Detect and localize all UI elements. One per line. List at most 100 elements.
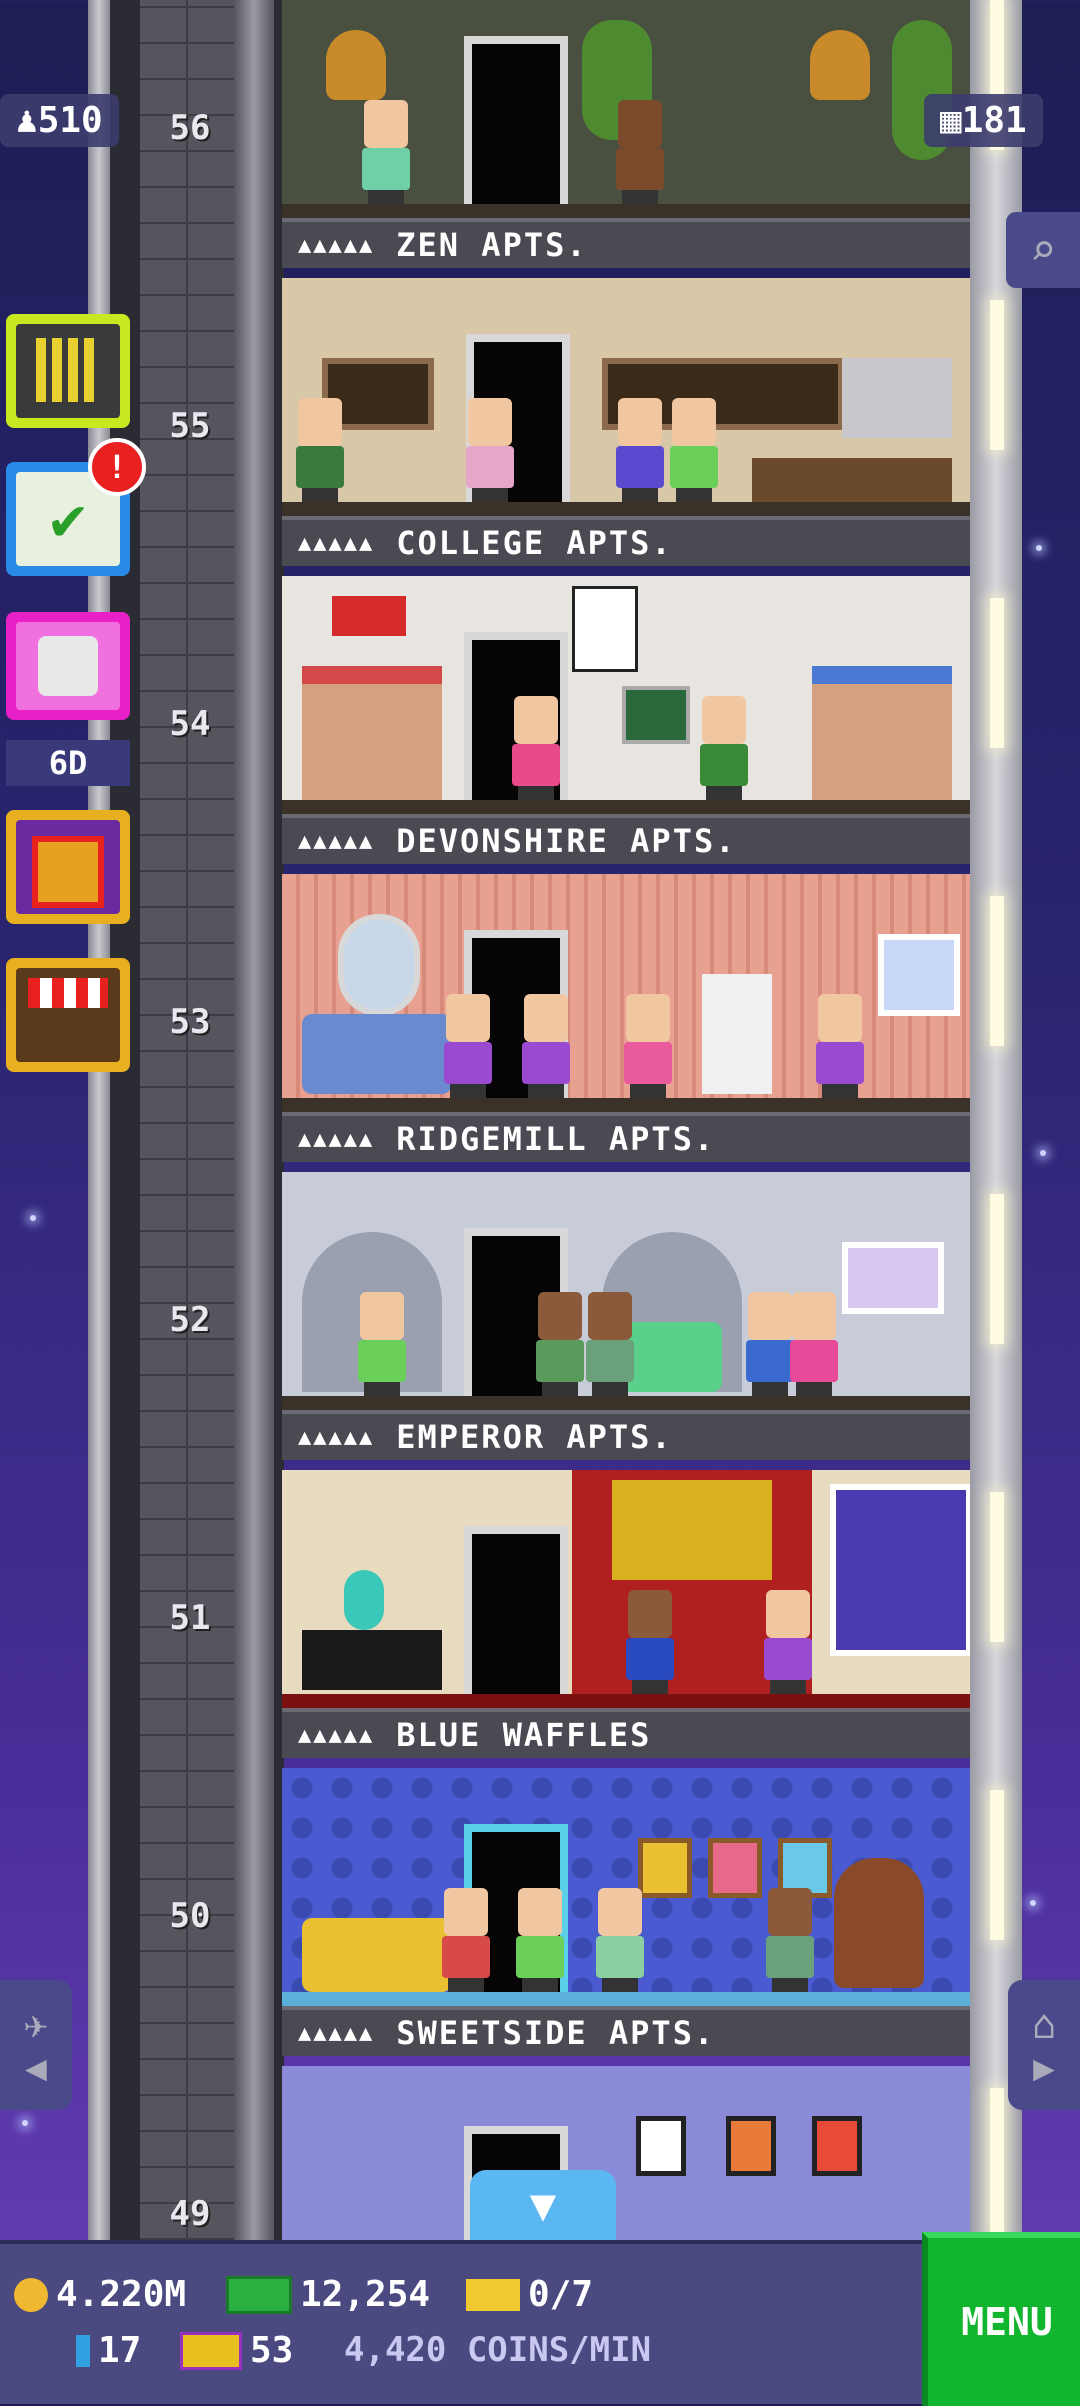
floor-nameplate: ▲▲▲▲▲ RIDGEMILL APTS. — [282, 1112, 970, 1162]
resident — [812, 994, 868, 1098]
tickets-stat[interactable]: 0/7 — [466, 2274, 593, 2315]
shaft-rail-right — [234, 0, 274, 2240]
resident — [532, 1292, 588, 1396]
shop-icon — [28, 978, 108, 1008]
floor-53[interactable]: ▲▲▲▲▲ RIDGEMILL APTS. — [282, 874, 970, 1172]
bux-icon — [226, 2275, 292, 2314]
floor-stars: ▲▲▲▲▲ — [298, 2020, 375, 2046]
floor-number: 52 — [169, 1300, 211, 1340]
vip-icon — [180, 2331, 242, 2370]
menu-button[interactable]: MENU — [922, 2232, 1080, 2406]
floor-name: DEVONSHIRE APTS. — [396, 822, 737, 860]
computer — [622, 686, 690, 744]
wall-light — [990, 896, 1004, 1046]
room-interior — [282, 0, 970, 218]
search-icon: ⌕ — [1029, 224, 1057, 276]
floor-nameplate: ▲▲▲▲▲ SWEETSIDE APTS. — [282, 2006, 970, 2056]
floor-number: 54 — [169, 704, 211, 744]
floor-49[interactable] — [282, 2066, 970, 2240]
wall-light — [990, 2088, 1004, 2238]
chevron-left-icon: ◀ — [25, 2047, 47, 2089]
floors-counter[interactable]: ▦181 — [924, 94, 1043, 147]
wall-light — [990, 300, 1004, 450]
room-interior — [282, 576, 970, 814]
resident — [666, 398, 722, 502]
missions-button[interactable]: ✔ ! — [6, 438, 146, 576]
side-table — [302, 1630, 442, 1690]
sofa — [302, 1014, 452, 1094]
coins-stat[interactable]: 4.220M — [14, 2274, 186, 2315]
buddha-statue — [810, 30, 870, 100]
income-rate-value: 4,420 COINS/MIN — [344, 2330, 652, 2370]
floor-54[interactable]: ▲▲▲▲▲ DEVONSHIRE APTS. — [282, 576, 970, 874]
resident — [592, 1888, 648, 1992]
floor-55[interactable]: ▲▲▲▲▲ COLLEGE APTS. — [282, 278, 970, 576]
door — [464, 36, 568, 204]
floor-52[interactable]: ▲▲▲▲▲ EMPEROR APTS. — [282, 1172, 970, 1470]
plane-button[interactable]: ✈ ◀ — [0, 1980, 72, 2110]
window — [842, 1242, 944, 1314]
mission-alert-badge: ! — [88, 438, 146, 496]
floor-line — [282, 1396, 970, 1410]
floor-name: EMPEROR APTS. — [396, 1418, 673, 1456]
pennant-flag — [332, 596, 406, 636]
gems-value: 17 — [98, 2330, 142, 2371]
resident — [440, 994, 496, 1098]
floor-nameplate: ▲▲▲▲▲ COLLEGE APTS. — [282, 516, 970, 566]
table — [752, 458, 952, 502]
vase — [344, 1570, 384, 1630]
resident — [622, 1590, 678, 1694]
wall-light — [990, 1790, 1004, 1940]
floor-nameplate: ▲▲▲▲▲ BLUE WAFFLES — [282, 1708, 970, 1758]
dice-button[interactable] — [6, 612, 130, 720]
star — [1040, 1150, 1046, 1156]
fridge — [842, 358, 952, 438]
floor-name: SWEETSIDE APTS. — [396, 2014, 716, 2052]
resident — [786, 1292, 842, 1396]
floor-nameplate: ▲▲▲▲▲ DEVONSHIRE APTS. — [282, 814, 970, 864]
scroll-down-button[interactable]: ▼ — [470, 2170, 616, 2240]
floors-icon: ▦ — [940, 100, 962, 141]
coins-value: 4.220M — [56, 2274, 187, 2315]
floor-51[interactable]: ▲▲▲▲▲ BLUE WAFFLES — [282, 1470, 970, 1768]
resident — [620, 994, 676, 1098]
resident — [354, 1292, 410, 1396]
poster — [572, 586, 638, 672]
gem-icon — [76, 2334, 90, 2367]
shop-button[interactable] — [6, 958, 130, 1072]
fridge — [702, 974, 772, 1094]
room-interior — [282, 1172, 970, 1410]
chevron-right-icon: ▶ — [1033, 2047, 1055, 2089]
picture-frame — [708, 1838, 762, 1898]
build-button[interactable] — [6, 314, 130, 428]
plane-icon: ✈ — [23, 2001, 49, 2048]
floor-name: BLUE WAFFLES — [396, 1716, 652, 1754]
bux-stat[interactable]: 12,254 — [226, 2274, 430, 2315]
bottom-bar: 4.220M 12,254 0/7 17 53 4,420 COINS/MIN — [0, 2240, 1080, 2404]
vip-stat[interactable]: 53 — [180, 2330, 293, 2371]
floor-nameplate: ▲▲▲▲▲ ZEN APTS. — [282, 218, 970, 268]
floor-56[interactable]: ▲▲▲▲▲ ZEN APTS. — [282, 0, 970, 278]
resident — [438, 1888, 494, 1992]
floor-stars: ▲▲▲▲▲ — [298, 1126, 375, 1152]
gems-stat[interactable]: 17 — [76, 2330, 141, 2371]
resident — [518, 994, 574, 1098]
population-counter[interactable]: ♟510 — [0, 94, 119, 147]
room-interior — [282, 1768, 970, 2006]
floor-stars: ▲▲▲▲▲ — [298, 1424, 375, 1450]
picture-frame — [726, 2116, 776, 2176]
gift-button[interactable] — [6, 810, 130, 924]
floor-50[interactable]: ▲▲▲▲▲ SWEETSIDE APTS. — [282, 1768, 970, 2066]
room-interior — [282, 2066, 970, 2240]
tickets-value: 0/7 — [528, 2274, 594, 2315]
floor-line — [282, 502, 970, 516]
home-button[interactable]: ⌂ ▶ — [1008, 1980, 1080, 2110]
room-interior — [282, 278, 970, 516]
search-button[interactable]: ⌕ — [1006, 212, 1080, 288]
buddha-statue — [326, 30, 386, 100]
floor-line — [282, 800, 970, 814]
coin-icon — [14, 2277, 48, 2312]
bunk-bed — [302, 666, 442, 814]
picture-frame — [812, 2116, 862, 2176]
resident — [696, 696, 752, 800]
